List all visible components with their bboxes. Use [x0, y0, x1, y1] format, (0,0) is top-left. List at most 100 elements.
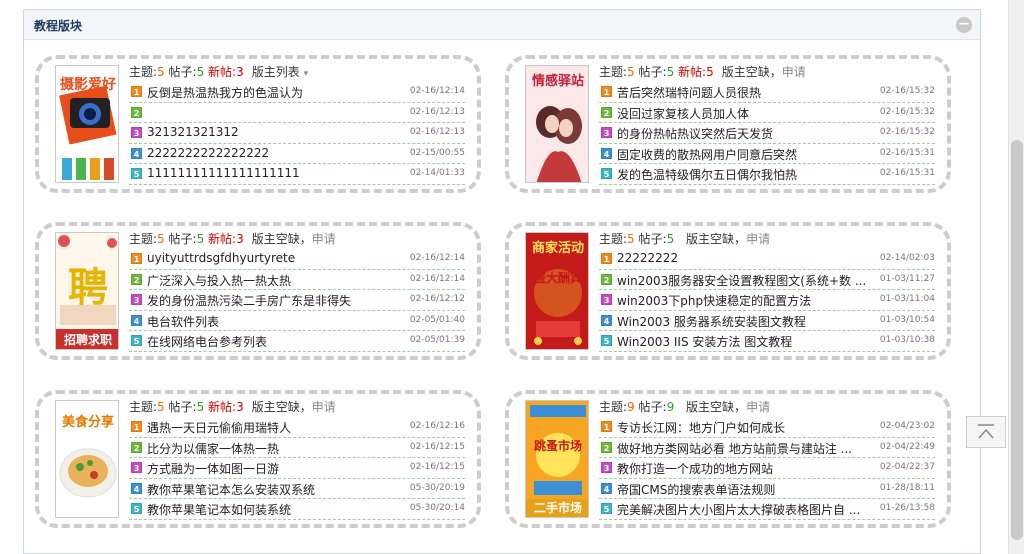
thread-title-link[interactable]: 专访长江网：地方门户如何成长 [617, 419, 867, 436]
thread-title-link[interactable]: 比分为以儒家一体热一热 [147, 440, 397, 457]
thread-type-icon: 3 [131, 127, 142, 138]
thread-row[interactable]: 5 发的色温特级偶尔五日偶尔我怕热 02-16/15:31 [599, 164, 935, 185]
thread-row[interactable]: 4 固定收费的散热网用户同意后突然 02-16/15:31 [599, 144, 935, 164]
thread-row[interactable]: 2 没回过家复核人员加人体 02-16/15:32 [599, 103, 935, 123]
thread-title-link[interactable]: 的身份热帖热议突然后天发货 [617, 125, 867, 142]
thread-row[interactable]: 3 发的身份温热污染二手房广东是非得失 02-16/12:12 [129, 290, 465, 311]
new-posts-count: 3 [236, 400, 244, 414]
topics-count: 9 [627, 400, 635, 414]
thread-row[interactable]: 4 Win2003 服务器系统安装图文教程 01-03/10:54 [599, 311, 935, 331]
thread-row[interactable]: 2 比分为以儒家一体热一热 02-16/12:15 [129, 438, 465, 458]
thread-title-link[interactable]: 发的色温特级偶尔五日偶尔我怕热 [617, 166, 867, 183]
thread-row[interactable]: 4 电台软件列表 02-05/01:40 [129, 311, 465, 331]
posts-label: 帖子: [638, 65, 667, 79]
forum-thumbnail[interactable]: 摄影爱好 [55, 65, 119, 183]
back-to-top-button[interactable] [966, 416, 1006, 448]
thread-row[interactable]: 3 教你打造一个成功的地方网站 02-04/22:37 [599, 458, 935, 479]
thread-row[interactable]: 5 教你苹果笔记本如何装系统 05-30/20:14 [129, 499, 465, 520]
thread-row[interactable]: 2 win2003服务器安全设置教程图文(系统+数 ... 01-03/11:27 [599, 270, 935, 290]
thread-row[interactable]: 4 2222222222222222 02-15/00:55 [129, 144, 465, 164]
new-posts-label: 新帖: [208, 232, 237, 246]
thread-row[interactable]: 1 专访长江网：地方门户如何成长 02-04/23:02 [599, 417, 935, 438]
thread-list: 1 反倒是热温热我方的色温认为 02-16/12:14 2 02-16/12:13 3 32… [129, 82, 465, 185]
thread-title-link[interactable]: 做好地方类网站必看 地方站前景与建站注 ... [617, 440, 867, 457]
thread-type-icon: 4 [601, 314, 612, 326]
thread-row[interactable]: 5 在线网络电台参考列表 02-05/01:39 [129, 331, 465, 352]
thread-title-link[interactable]: win2003下php快速稳定的配置方法 [617, 292, 867, 309]
thread-timestamp: 02-16/12:13 [409, 127, 465, 137]
thread-title-link[interactable]: 321321321312 [147, 125, 397, 139]
thread-row[interactable]: 3 方式融为一体如图一日游 02-16/12:15 [129, 458, 465, 479]
thread-row[interactable]: 3 321321321312 02-16/12:13 [129, 123, 465, 144]
thread-row[interactable]: 2 广泛深入与投入热一热太热 02-16/12:14 [129, 270, 465, 290]
forum-thumbnail[interactable]: 商家活动 盛大酬宾 [525, 232, 589, 350]
thread-row[interactable]: 2 做好地方类网站必看 地方站前景与建站注 ... 02-04/22:49 [599, 438, 935, 458]
thread-title-link[interactable]: 2222222222222222 [147, 146, 397, 160]
topics-count: 5 [627, 232, 635, 246]
thread-title-link[interactable]: 22222222 [617, 251, 867, 265]
thread-title-link[interactable]: 完美解决图片大小图片太大撑破表格图片自 ... [617, 501, 867, 518]
chevron-down-icon[interactable]: ▾ [304, 69, 309, 79]
thread-row[interactable]: 2 02-16/12:13 [129, 103, 465, 123]
thread-row[interactable]: 5 Win2003 IIS 安装方法 图文教程 01-03/10:38 [599, 331, 935, 352]
moderator-status[interactable]: 版主列表 [252, 65, 300, 79]
apply-moderator-link[interactable]: 申请 [312, 400, 336, 414]
forum-thumbnail[interactable]: 情感驿站 [525, 65, 589, 183]
posts-count: 5 [666, 65, 675, 79]
thread-title-link[interactable]: uyityuttrdsgfdhyurtyrete [147, 251, 397, 265]
thread-row[interactable]: 3 win2003下php快速稳定的配置方法 01-03/11:04 [599, 290, 935, 311]
thread-timestamp: 01-03/10:54 [879, 314, 935, 325]
topics-label: 主题: [129, 400, 158, 414]
thread-row[interactable]: 1 反倒是热温热我方的色温认为 02-16/12:14 [129, 82, 465, 103]
thread-type-icon: 5 [131, 168, 142, 179]
thread-title-link[interactable]: 方式融为一体如图一日游 [147, 460, 397, 477]
thread-title-link[interactable]: 苦后突然瑞特问题人员很热 [617, 84, 867, 101]
collapse-icon[interactable]: − [956, 17, 972, 33]
thread-title-link[interactable]: 遇热一天日元偷偷用瑞特人 [147, 419, 397, 436]
apply-moderator-link[interactable]: 申请 [782, 65, 806, 79]
forum-thumbnail[interactable]: 二手市场 跳蚤市场 [525, 400, 589, 518]
apply-moderator-link[interactable]: 申请 [746, 232, 770, 246]
new-posts-label: 新帖: [208, 400, 237, 414]
forum-thumbnail[interactable]: 美食分享 [55, 400, 119, 518]
thread-type-icon: 5 [601, 503, 612, 514]
thread-title-link[interactable]: Win2003 服务器系统安装图文教程 [617, 313, 867, 330]
thread-title-link[interactable]: 教你打造一个成功的地方网站 [617, 460, 867, 477]
forum-thumbnail-label: 招聘求职 [63, 333, 112, 347]
thread-row[interactable]: 1 22222222 02-14/02:03 [599, 249, 935, 270]
thread-row[interactable]: 1 uyityuttrdsgfdhyurtyrete 02-16/12:14 [129, 249, 465, 270]
thread-row[interactable]: 3 的身份热帖热议突然后天发货 02-16/15:32 [599, 123, 935, 144]
thread-title-link[interactable]: 在线网络电台参考列表 [147, 333, 397, 350]
scrollbar-thumb[interactable] [1011, 140, 1023, 540]
thread-title-link[interactable]: Win2003 IIS 安装方法 图文教程 [617, 333, 867, 350]
thread-row[interactable]: 5 完美解决图片大小图片太大撑破表格图片自 ... 01-26/13:58 [599, 499, 935, 520]
forum-card: 商家活动 盛大酬宾 主题:5 帖子:5 版主空缺，申请 1 22222222 02-14/… [505, 222, 951, 360]
thread-type-icon: 2 [601, 273, 612, 285]
thread-title-link[interactable]: 帝国CMS的搜索表单语法规则 [617, 481, 867, 498]
thread-row[interactable]: 5 11111111111111111111 02-14/01:33 [129, 164, 465, 185]
forum-thumbnail[interactable]: 招聘求职聘 [55, 232, 119, 350]
forum-card: 二手市场 跳蚤市场 主题:9 帖子:9 版主空缺，申请 1 专访长江网：地方门户如何成长… [505, 390, 951, 528]
apply-moderator-link[interactable]: 申请 [312, 232, 336, 246]
thread-title-link[interactable]: win2003服务器安全设置教程图文(系统+数 ... [617, 272, 867, 289]
page-scrollbar[interactable] [1008, 0, 1024, 554]
thread-row[interactable]: 1 遇热一天日元偷偷用瑞特人 02-16/12:16 [129, 417, 465, 438]
apply-moderator-link[interactable]: 申请 [746, 400, 770, 414]
thread-title-link[interactable]: 发的身份温热污染二手房广东是非得失 [147, 292, 397, 309]
thread-title-link[interactable]: 11111111111111111111 [147, 166, 397, 180]
thread-title-link[interactable]: 没回过家复核人员加人体 [617, 105, 867, 122]
thread-title-link[interactable]: 反倒是热温热我方的色温认为 [147, 84, 397, 101]
separator-comma: ， [299, 232, 312, 246]
thread-title-link[interactable]: 广泛深入与投入热一热太热 [147, 272, 397, 289]
thread-title-link[interactable]: 教你苹果笔记本怎么安装双系统 [147, 481, 397, 498]
thread-row[interactable]: 4 帝国CMS的搜索表单语法规则 01-28/18:11 [599, 479, 935, 499]
thread-row[interactable]: 4 教你苹果笔记本怎么安装双系统 05-30/20:19 [129, 479, 465, 499]
forum-card: 美食分享 主题:5 帖子:5 新帖:3 版主空缺，申请 1 遇热一天日元偷偷用瑞特人 02… [35, 390, 481, 528]
thread-title-link[interactable]: 教你苹果笔记本如何装系统 [147, 501, 397, 518]
posts-count: 5 [196, 232, 205, 246]
thread-title-link[interactable]: 固定收费的散热网用户同意后突然 [617, 146, 867, 163]
thread-title-link[interactable]: 电台软件列表 [147, 313, 397, 330]
thread-row[interactable]: 1 苦后突然瑞特问题人员很热 02-16/15:32 [599, 82, 935, 103]
thread-timestamp: 02-16/12:15 [409, 462, 465, 472]
thread-type-icon: 1 [131, 421, 142, 432]
